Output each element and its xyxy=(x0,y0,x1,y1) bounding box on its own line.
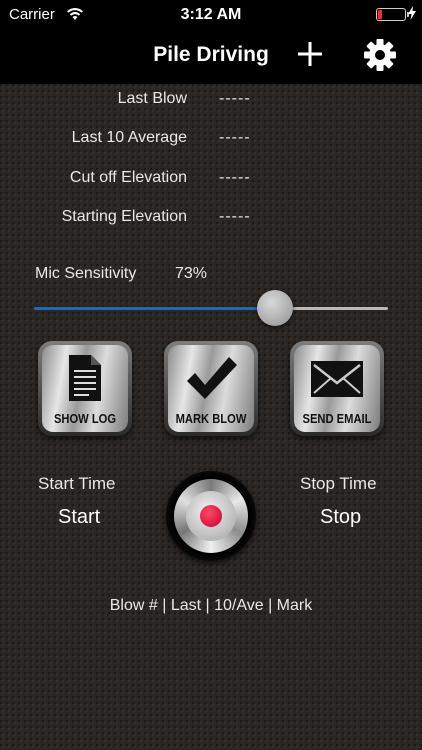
send-email-button[interactable]: SEND EMAIL xyxy=(290,341,384,436)
record-icon xyxy=(174,479,248,553)
slider-track-filled[interactable] xyxy=(34,307,275,310)
stop-time-value: Stop xyxy=(320,506,362,528)
mic-sensitivity-value: 73% xyxy=(175,265,208,282)
cut-off-elevation-value: ----- xyxy=(219,169,251,186)
document-icon xyxy=(69,355,101,401)
last-10-average-label: Last 10 Average xyxy=(71,129,187,146)
show-log-button[interactable]: SHOW LOG xyxy=(38,341,132,436)
checkmark-icon xyxy=(187,357,237,399)
charging-bolt-icon xyxy=(408,6,416,20)
cut-off-elevation-label: Cut off Elevation xyxy=(69,169,187,186)
start-time-value: Start xyxy=(58,506,101,528)
blow-list-header: Blow # | Last | 10/Ave | Mark xyxy=(109,597,313,614)
start-time-label: Start Time xyxy=(38,474,116,493)
battery-icon xyxy=(376,8,409,21)
record-button[interactable] xyxy=(166,471,256,561)
last-blow-value: ----- xyxy=(219,90,251,107)
stop-time-label: Stop Time xyxy=(300,474,377,493)
show-log-label: SHOW LOG xyxy=(53,411,117,426)
mark-blow-button[interactable]: MARK BLOW xyxy=(164,341,258,436)
starting-elevation-value: ----- xyxy=(219,208,251,225)
last-blow-label: Last Blow xyxy=(117,90,187,107)
page-title: Pile Driving xyxy=(153,43,269,66)
last-10-average-value: ----- xyxy=(219,129,251,146)
status-bar: Carrier 3:12 AM xyxy=(0,0,422,30)
gear-icon[interactable] xyxy=(363,38,397,72)
starting-elevation-label: Starting Elevation xyxy=(61,208,187,225)
mark-blow-label: MARK BLOW xyxy=(175,411,247,426)
slider-thumb[interactable] xyxy=(256,290,293,326)
plus-icon[interactable] xyxy=(296,40,324,68)
mic-sensitivity-label: Mic Sensitivity xyxy=(35,265,137,282)
envelope-icon xyxy=(311,361,363,397)
send-email-label: SEND EMAIL xyxy=(302,411,372,426)
clock: 3:12 AM xyxy=(180,6,242,23)
